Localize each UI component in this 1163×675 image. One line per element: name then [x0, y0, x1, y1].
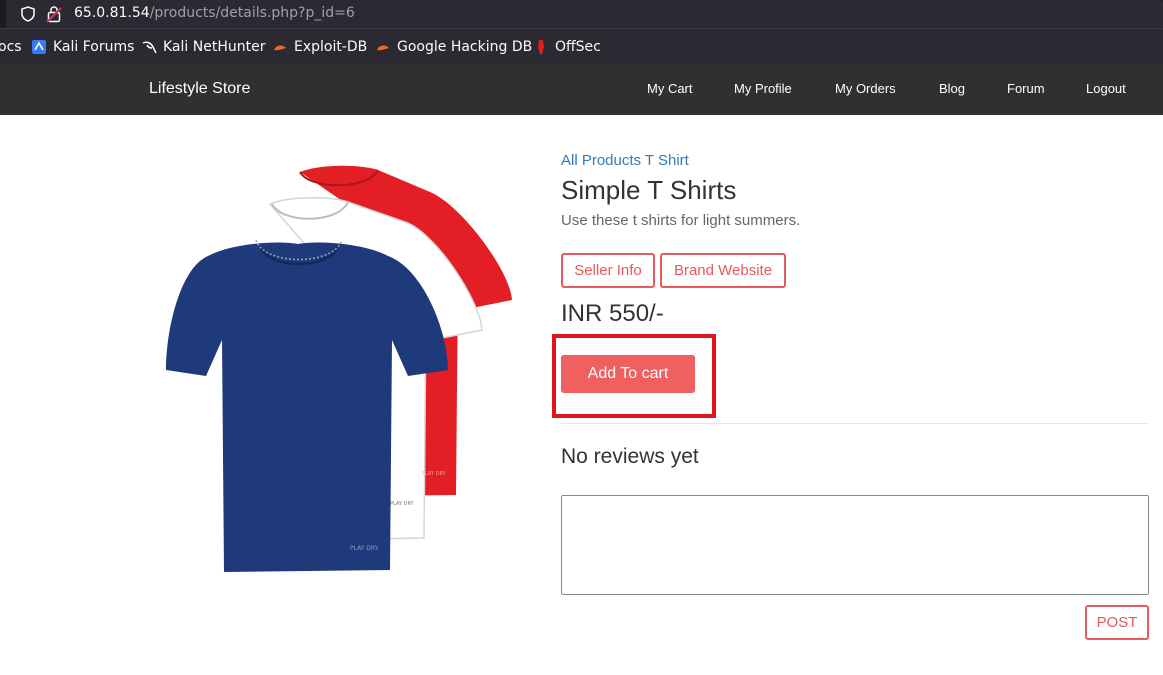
bookmarks-bar: ocs Kali Forums Kali NetHunter Exploit-D… [0, 28, 1163, 64]
bookmark-label: Kali Forums [53, 39, 135, 55]
product-description: Use these t shirts for light summers. [561, 212, 801, 229]
nav-blog[interactable]: Blog [939, 81, 965, 96]
nav-forum[interactable]: Forum [1007, 81, 1045, 96]
url-text[interactable]: 65.0.81.54/products/details.php?p_id=6 [74, 5, 355, 21]
url-field[interactable]: 65.0.81.54/products/details.php?p_id=6 [6, 0, 1163, 28]
bookmark-label: ocs [0, 39, 22, 55]
url-host: 65.0.81.54 [74, 5, 150, 21]
bookmark-label: Exploit-DB [294, 39, 368, 55]
url-path: /products/details.php?p_id=6 [149, 5, 355, 21]
svg-text:PLAY DRY: PLAY DRY [422, 471, 447, 477]
bookmark-kali-forums[interactable]: Kali Forums [31, 39, 134, 55]
bookmark-label: Google Hacking DB [397, 39, 533, 55]
insecure-lock-icon[interactable] [46, 5, 62, 23]
kali-dragon-icon [141, 39, 157, 55]
site-navbar: Lifestyle Store My Cart My Profile My Or… [0, 64, 1163, 115]
brand-website-button[interactable]: Brand Website [660, 253, 786, 288]
nav-my-profile[interactable]: My Profile [734, 81, 792, 96]
bookmark-offsec[interactable]: OffSec [533, 39, 601, 55]
svg-text:PLAY DRY: PLAY DRY [350, 545, 379, 552]
bookmark-docs[interactable]: ocs [0, 39, 22, 55]
reviews-heading: No reviews yet [561, 445, 699, 468]
kali-forums-icon [31, 39, 47, 55]
bookmark-label: Kali NetHunter [163, 39, 266, 55]
browser-address-bar: 65.0.81.54/products/details.php?p_id=6 [0, 0, 1163, 28]
offsec-icon [533, 39, 549, 55]
breadcrumb-link[interactable]: All Products T Shirt [561, 152, 689, 169]
svg-text:PLAY DRY: PLAY DRY [390, 501, 415, 507]
nav-my-orders[interactable]: My Orders [835, 81, 896, 96]
product-title: Simple T Shirts [561, 175, 737, 205]
bookmark-label: OffSec [555, 39, 601, 55]
review-textarea[interactable] [561, 495, 1149, 595]
tracking-shield-icon[interactable] [20, 6, 36, 22]
product-price: INR 550/- [561, 300, 664, 327]
section-divider [561, 423, 1149, 424]
exploit-db-icon [272, 39, 288, 55]
post-review-button[interactable]: POST [1085, 605, 1149, 640]
product-image: PLAY DRY PLAY DRY PLAY DRY [160, 160, 520, 580]
nav-my-cart[interactable]: My Cart [647, 81, 693, 96]
bookmark-ghdb[interactable]: Google Hacking DB [375, 39, 532, 55]
add-to-cart-button[interactable]: Add To cart [561, 355, 695, 393]
bookmark-exploit-db[interactable]: Exploit-DB [272, 39, 367, 55]
brand-logo[interactable]: Lifestyle Store [149, 80, 250, 98]
nav-logout[interactable]: Logout [1086, 81, 1126, 96]
seller-info-button[interactable]: Seller Info [561, 253, 655, 288]
bookmark-kali-nethunter[interactable]: Kali NetHunter [141, 39, 265, 55]
ghdb-icon [375, 39, 391, 55]
